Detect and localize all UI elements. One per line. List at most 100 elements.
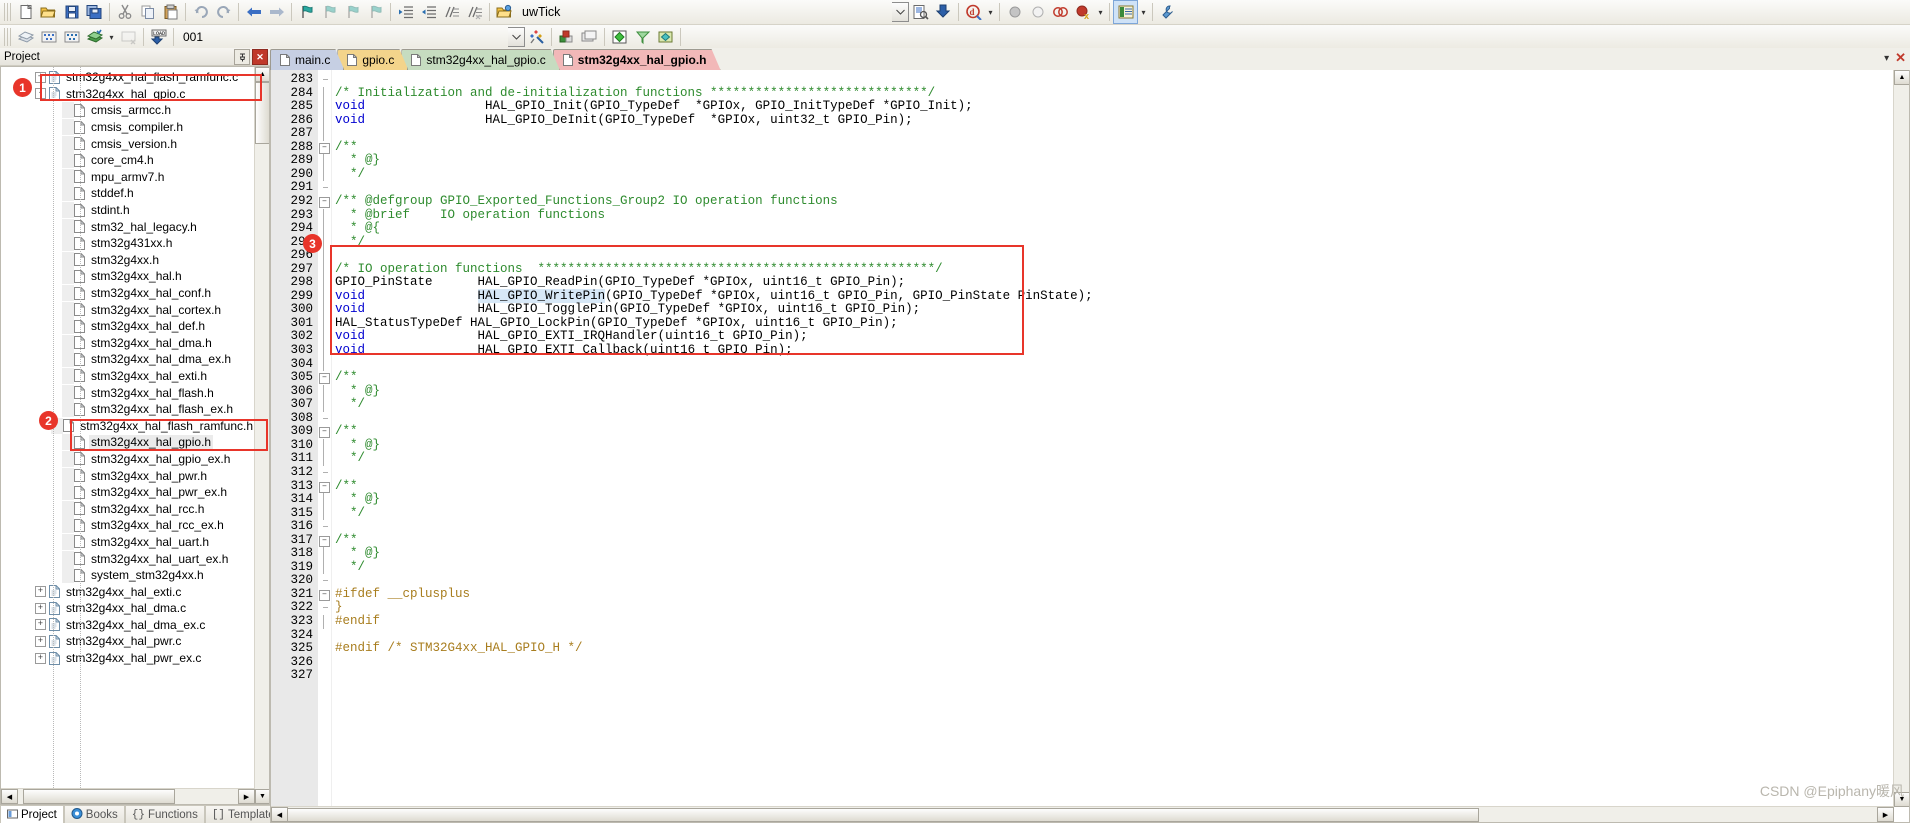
scroll-up-arrow[interactable]: ▲	[255, 67, 269, 82]
toolbar-grip[interactable]	[4, 28, 11, 46]
open-folder-icon[interactable]	[37, 1, 60, 23]
scroll-thumb[interactable]	[255, 82, 269, 144]
uncomment-icon[interactable]	[463, 1, 486, 23]
manage-runtime-icon[interactable]	[578, 26, 601, 48]
tree-item[interactable]: stm32g4xx_hal_def.h	[1, 318, 255, 335]
project-pane-tab-books[interactable]: Books	[63, 805, 125, 823]
fold-collapse-icon[interactable]: –	[319, 142, 330, 154]
scroll-left-arrow[interactable]: ◀	[1, 789, 18, 804]
disable-breakpoint-icon[interactable]	[1026, 1, 1049, 23]
tree-item[interactable]: stm32g4xx_hal_flash.h	[1, 384, 255, 401]
tree-item[interactable]: core_cm4.h	[1, 152, 255, 169]
build-icon[interactable]	[37, 26, 60, 48]
new-file-icon[interactable]	[14, 1, 37, 23]
tree-item[interactable]: stm32g4xx.h	[1, 251, 255, 269]
navigate-forward-icon[interactable]	[265, 1, 288, 23]
tree-expand-icon[interactable]: +	[35, 602, 46, 614]
bookmark-next-icon[interactable]	[341, 1, 364, 23]
tree-item[interactable]: stm32g4xx_hal_dma_ex.h	[1, 351, 255, 368]
tree-item[interactable]: stm32g4xx_hal_uart.h	[1, 533, 255, 551]
tree-item[interactable]: stm32g4xx_hal_uart_ex.h	[1, 550, 255, 567]
cut-icon[interactable]	[113, 1, 136, 23]
scroll-right-arrow[interactable]: ▶	[238, 789, 255, 804]
tree-expand-icon[interactable]: +	[35, 635, 46, 647]
save-icon[interactable]	[60, 1, 83, 23]
scroll-thumb-h[interactable]	[287, 808, 1479, 822]
project-window-icon[interactable]	[1113, 0, 1138, 24]
components-green-icon[interactable]	[608, 26, 631, 48]
tree-item[interactable]: cmsis_version.h	[1, 135, 255, 152]
undo-icon[interactable]	[189, 1, 212, 23]
tree-item[interactable]: + stm32g4xx_hal_dma.c	[1, 600, 255, 617]
scroll-down-arrow[interactable]: ▼	[255, 789, 269, 804]
fold-collapse-icon[interactable]: –	[319, 373, 330, 385]
project-pane-tab-functions[interactable]: {} Functions	[124, 805, 205, 823]
editor-tab-stm32g4xx-hal-gpio-h[interactable]: stm32g4xx_hal_gpio.h	[553, 49, 721, 70]
tree-item[interactable]: + stm32g4xx_hal_flash_ramfunc.c	[1, 69, 255, 86]
tab-close-icon[interactable]: ✕	[1895, 50, 1906, 66]
build-dropdown-icon[interactable]: ▾	[106, 26, 117, 48]
debug-start-icon[interactable]: d	[962, 1, 985, 23]
tree-item[interactable]: stm32g4xx_hal.h	[1, 268, 255, 285]
tree-item[interactable]: stm32g4xx_hal_pwr.h	[1, 467, 255, 484]
save-all-icon[interactable]	[83, 1, 106, 23]
tree-vertical-scrollbar[interactable]: ▲ ▼	[254, 67, 269, 804]
project-window-dropdown-icon[interactable]: ▾	[1138, 1, 1149, 23]
tree-item[interactable]: stm32g4xx_hal_flash_ex.h	[1, 401, 255, 418]
tree-item[interactable]: stm32g4xx_hal_pwr_ex.h	[1, 484, 255, 501]
pack-installer-icon[interactable]	[654, 26, 677, 48]
tree-expand-icon[interactable]: +	[35, 652, 46, 664]
fold-collapse-icon[interactable]: –	[319, 589, 330, 601]
indent-right-icon[interactable]	[394, 1, 417, 23]
tree-item[interactable]: stm32g4xx_hal_dma.h	[1, 334, 255, 352]
tree-item[interactable]: stm32g4xx_hal_cortex.h	[1, 301, 255, 318]
toolbar-grip[interactable]	[4, 3, 11, 21]
tree-item[interactable]: - stm32g4xx_hal_gpio.c	[1, 86, 255, 103]
tree-item[interactable]: stm32g4xx_hal_rcc_ex.h	[1, 517, 255, 534]
fold-collapse-icon[interactable]: –	[319, 481, 330, 493]
navigate-back-icon[interactable]	[242, 1, 265, 23]
tree-item[interactable]: stm32g4xx_hal_gpio_ex.h	[1, 450, 255, 468]
scroll-up-arrow[interactable]: ▲	[1894, 70, 1909, 85]
comment-icon[interactable]	[440, 1, 463, 23]
fold-collapse-icon[interactable]: –	[319, 427, 330, 439]
target-select-dropdown[interactable]	[508, 27, 525, 47]
tree-item[interactable]: + stm32g4xx_hal_dma_ex.c	[1, 617, 255, 634]
configure-icon[interactable]	[1156, 1, 1179, 23]
indent-left-icon[interactable]	[417, 1, 440, 23]
copy-icon[interactable]	[136, 1, 159, 23]
fold-collapse-icon[interactable]: –	[319, 535, 330, 547]
download-flash-icon[interactable]	[932, 1, 955, 23]
tree-item[interactable]: stm32g4xx_hal_gpio.h	[1, 434, 255, 451]
editor-tab-main-c[interactable]: main.c	[270, 49, 344, 70]
debug-dropdown-icon[interactable]: ▾	[985, 1, 996, 23]
pin-icon[interactable]	[234, 49, 250, 65]
editor-horizontal-scrollbar[interactable]: ◀ ▶	[271, 806, 1894, 822]
tree-item[interactable]: + stm32g4xx_hal_pwr_ex.c	[1, 650, 255, 667]
translate-icon[interactable]	[14, 26, 37, 48]
editor-tab-stm32g4xx-hal-gpio-c[interactable]: stm32g4xx_hal_gpio.c	[401, 49, 559, 70]
scroll-left-arrow[interactable]: ◀	[271, 807, 288, 822]
tree-item[interactable]: stddef.h	[1, 185, 255, 202]
project-pane-tab-project[interactable]: Project	[0, 805, 64, 823]
tree-item[interactable]: cmsis_armcc.h	[1, 102, 255, 119]
packs-icon[interactable]	[631, 26, 654, 48]
symbol-field[interactable]: uwTick	[516, 2, 642, 22]
redo-icon[interactable]	[212, 1, 235, 23]
open-project-icon[interactable]	[493, 1, 516, 23]
editor-vertical-scrollbar[interactable]: ▲ ▼	[1893, 70, 1909, 807]
tree-item[interactable]: + stm32g4xx_hal_exti.c	[1, 583, 255, 600]
load-download-icon[interactable]: LOAD	[147, 26, 170, 48]
tree-horizontal-scrollbar[interactable]: ◀ ▶	[1, 788, 255, 804]
tree-item[interactable]: stm32g431xx.h	[1, 235, 255, 252]
tree-expand-icon[interactable]: +	[35, 586, 46, 598]
find-in-files-icon[interactable]	[909, 1, 932, 23]
code-text-area[interactable]: /* Initialization and de-initialization …	[332, 70, 1894, 807]
rebuild-icon[interactable]	[60, 26, 83, 48]
tree-item[interactable]: stm32_hal_legacy.h	[1, 218, 255, 235]
bookmark-prev-icon[interactable]	[318, 1, 341, 23]
tree-item[interactable]: cmsis_compiler.h	[1, 119, 255, 136]
target-name-field[interactable]: 001	[177, 28, 278, 46]
paste-icon[interactable]	[159, 1, 182, 23]
toolbar-dropdown-button[interactable]	[892, 2, 909, 22]
